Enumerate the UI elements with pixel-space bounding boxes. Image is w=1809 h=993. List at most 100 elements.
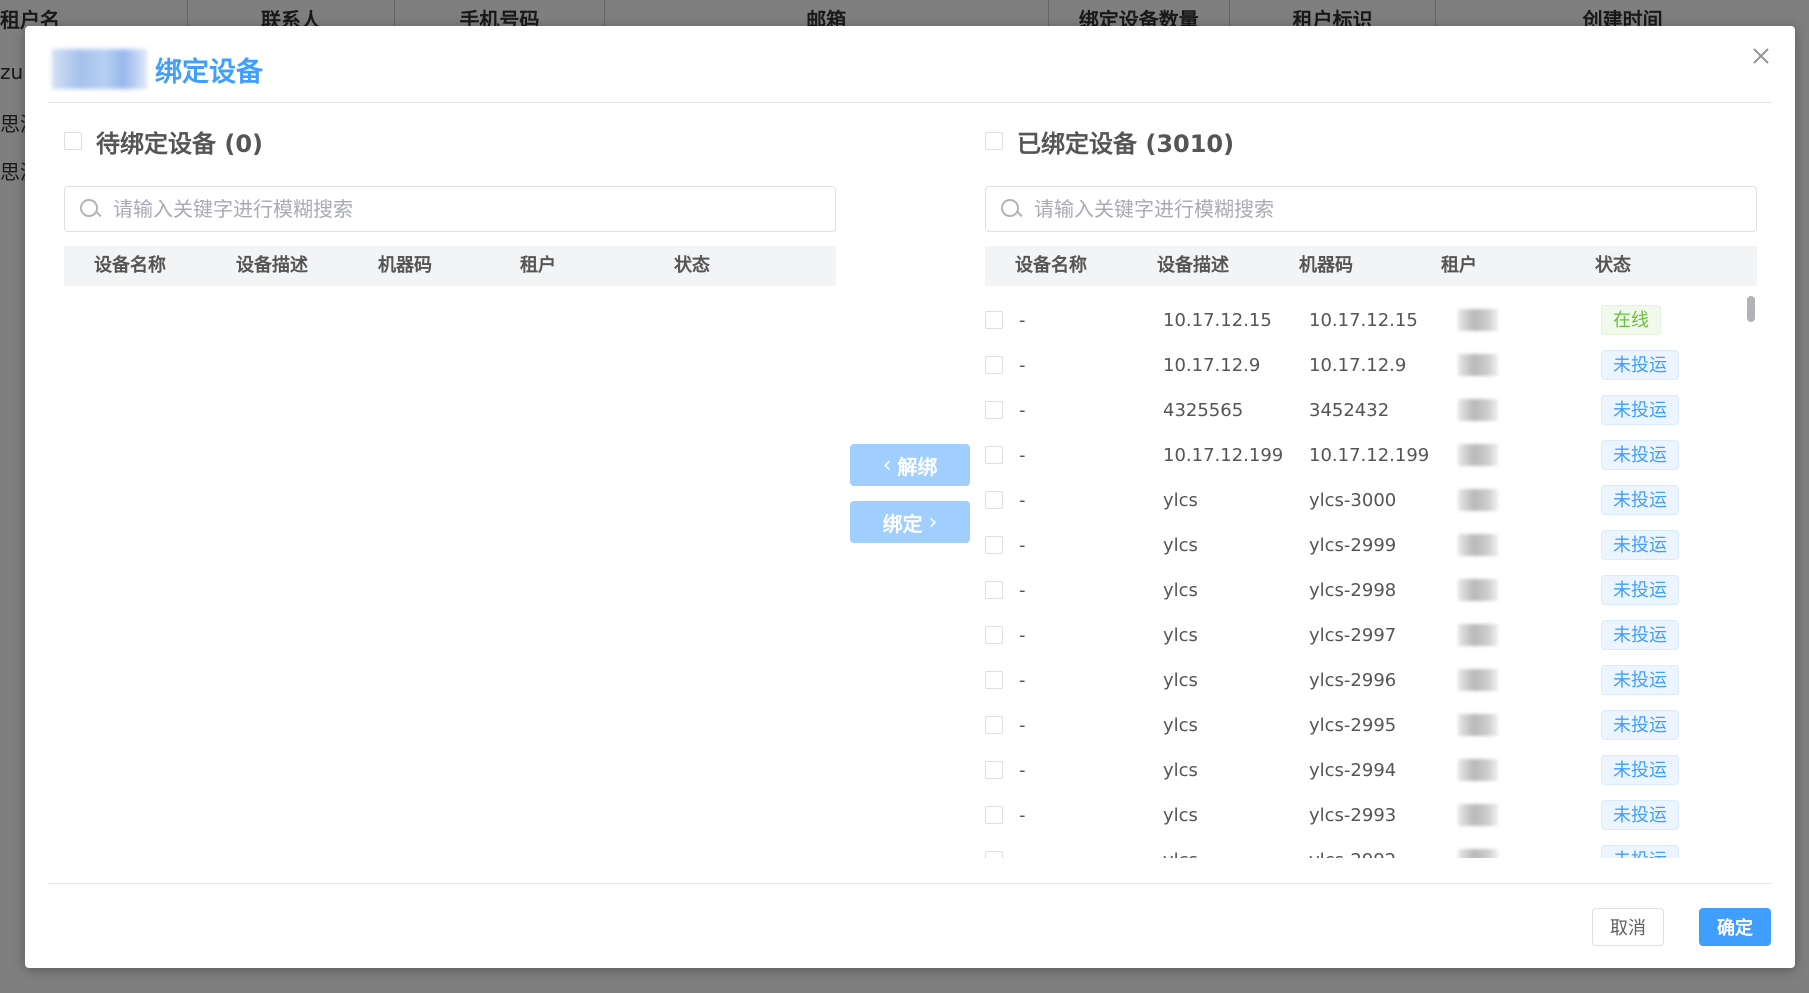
cancel-button[interactable]: 取消 <box>1592 908 1664 946</box>
table-row[interactable]: - 4325565 3452432 未投运 <box>985 388 1755 433</box>
unbind-label: 解绑 <box>897 454 938 479</box>
row-checkbox[interactable] <box>985 716 1003 734</box>
col-machine-code: 机器码 <box>378 255 432 276</box>
table-row[interactable]: - ylcs ylcs-2994 未投运 <box>985 748 1755 793</box>
tenant-cell-redacted <box>1458 579 1498 601</box>
status-badge: 未投运 <box>1601 350 1679 380</box>
row-checkbox[interactable] <box>985 536 1003 554</box>
dialog-title: 绑定设备 <box>155 56 263 88</box>
tenant-cell-redacted <box>1458 759 1498 781</box>
search-icon <box>79 198 101 220</box>
device-desc-cell: ylcs <box>1163 760 1198 781</box>
status-badge: 未投运 <box>1601 620 1679 650</box>
unbound-panel-header: 待绑定设备 (0) <box>64 120 836 162</box>
footer-divider <box>48 883 1772 884</box>
device-name-cell: - <box>1019 490 1026 511</box>
machine-code-cell: ylcs-2997 <box>1309 625 1397 646</box>
tenant-cell-redacted <box>1458 489 1498 511</box>
select-all-bound-checkbox[interactable] <box>985 132 1003 150</box>
device-name-cell: - <box>1019 670 1026 691</box>
table-row[interactable]: - ylcs ylcs-2993 未投运 <box>985 793 1755 838</box>
machine-code-cell: ylcs-2995 <box>1309 715 1397 736</box>
status-badge: 未投运 <box>1601 800 1679 830</box>
device-desc-cell: ylcs <box>1163 715 1198 736</box>
status-badge: 未投运 <box>1601 440 1679 470</box>
table-row[interactable]: - 10.17.12.9 10.17.12.9 未投运 <box>985 343 1755 388</box>
device-name-cell: - <box>1019 310 1026 331</box>
row-checkbox[interactable] <box>985 851 1003 858</box>
row-checkbox[interactable] <box>985 581 1003 599</box>
table-row[interactable]: - ylcs ylcs-2992 未投运 <box>985 838 1755 858</box>
table-row[interactable]: - ylcs ylcs-2996 未投运 <box>985 658 1755 703</box>
list-scrollbar[interactable] <box>1747 296 1755 322</box>
confirm-button[interactable]: 确定 <box>1699 908 1771 946</box>
device-desc-cell: ylcs <box>1163 805 1198 826</box>
status-badge: 未投运 <box>1601 845 1679 858</box>
bound-search-input[interactable] <box>1032 196 1756 222</box>
row-checkbox[interactable] <box>985 401 1003 419</box>
device-name-cell: - <box>1019 580 1026 601</box>
device-desc-cell: ylcs <box>1163 838 1198 858</box>
machine-code-cell: ylcs-2999 <box>1309 535 1397 556</box>
device-desc-cell: ylcs <box>1163 580 1198 601</box>
machine-code-cell: 10.17.12.9 <box>1309 355 1407 376</box>
device-desc-cell: ylcs <box>1163 490 1198 511</box>
bound-table-header: 设备名称 设备描述 机器码 租户 状态 <box>985 246 1757 286</box>
device-desc-cell: 10.17.12.199 <box>1163 445 1284 466</box>
table-row[interactable]: - 10.17.12.15 10.17.12.15 在线 <box>985 298 1755 343</box>
table-row[interactable]: - ylcs ylcs-3000 未投运 <box>985 478 1755 523</box>
tenant-cell-redacted <box>1458 849 1498 858</box>
table-row[interactable]: - ylcs ylcs-2995 未投运 <box>985 703 1755 748</box>
chevron-left-icon: ‹ <box>882 452 892 478</box>
device-desc-cell: 4325565 <box>1163 400 1244 421</box>
tenant-cell-redacted <box>1458 714 1498 736</box>
row-checkbox[interactable] <box>985 446 1003 464</box>
unbound-panel-title: 待绑定设备 (0) <box>96 129 263 158</box>
tenant-cell-redacted <box>1458 309 1498 331</box>
col-machine-code: 机器码 <box>1299 255 1353 276</box>
device-desc-cell: ylcs <box>1163 625 1198 646</box>
status-badge: 未投运 <box>1601 710 1679 740</box>
device-name-cell: - <box>1019 805 1026 826</box>
chevron-right-icon: › <box>928 509 938 535</box>
select-all-unbound-checkbox[interactable] <box>64 132 82 150</box>
device-desc-cell: ylcs <box>1163 670 1198 691</box>
machine-code-cell: ylcs-2994 <box>1309 760 1397 781</box>
unbound-devices-panel: 待绑定设备 (0) 设备名称 设备描述 机器码 租户 状态 <box>64 120 836 286</box>
table-row[interactable]: - 10.17.12.199 10.17.12.199 未投运 <box>985 433 1755 478</box>
status-badge: 未投运 <box>1601 575 1679 605</box>
bind-button[interactable]: 绑定 › <box>850 501 970 543</box>
row-checkbox[interactable] <box>985 491 1003 509</box>
table-row[interactable]: - ylcs ylcs-2999 未投运 <box>985 523 1755 568</box>
tenant-cell-redacted <box>1458 534 1498 556</box>
device-name-cell: - <box>1019 625 1026 646</box>
tenant-cell-redacted <box>1458 444 1498 466</box>
unbound-table-header: 设备名称 设备描述 机器码 租户 状态 <box>64 246 836 286</box>
device-desc-cell: 10.17.12.9 <box>1163 355 1261 376</box>
table-row[interactable]: - ylcs ylcs-2997 未投运 <box>985 613 1755 658</box>
table-row[interactable]: - ylcs ylcs-2998 未投运 <box>985 568 1755 613</box>
row-checkbox[interactable] <box>985 806 1003 824</box>
row-checkbox[interactable] <box>985 311 1003 329</box>
tenant-cell-redacted <box>1458 669 1498 691</box>
bound-panel-header: 已绑定设备 (3010) <box>985 120 1757 162</box>
tenant-logo <box>52 49 147 89</box>
tenant-cell-redacted <box>1458 624 1498 646</box>
device-name-cell: - <box>1019 535 1026 556</box>
machine-code-cell: ylcs-2998 <box>1309 580 1397 601</box>
row-checkbox[interactable] <box>985 761 1003 779</box>
close-icon[interactable] <box>1749 44 1773 68</box>
header-divider <box>48 102 1772 103</box>
machine-code-cell: ylcs-2993 <box>1309 805 1397 826</box>
device-desc-cell: 10.17.12.15 <box>1163 310 1272 331</box>
unbind-button[interactable]: ‹ 解绑 <box>850 444 970 486</box>
device-name-cell: - <box>1019 445 1026 466</box>
bound-devices-list[interactable]: - 10.17.12.15 10.17.12.15 在线 - 10.17.12.9 10.1… <box>985 298 1763 858</box>
row-checkbox[interactable] <box>985 356 1003 374</box>
row-checkbox[interactable] <box>985 626 1003 644</box>
dialog-header: 绑定设备 <box>52 44 263 94</box>
machine-code-cell: 3452432 <box>1309 400 1390 421</box>
row-checkbox[interactable] <box>985 671 1003 689</box>
status-badge: 在线 <box>1601 305 1661 335</box>
unbound-search-input[interactable] <box>111 196 835 222</box>
